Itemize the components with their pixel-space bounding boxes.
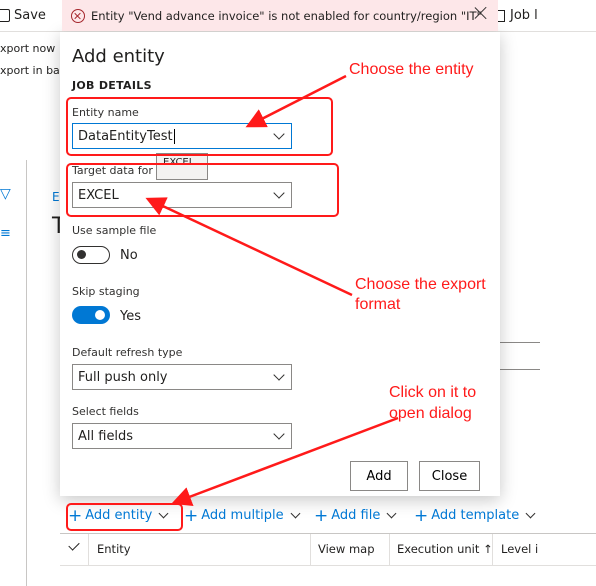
arrow-to-format: [145, 197, 353, 297]
arrow-to-add-entity: [171, 416, 399, 507]
annotation-arrows: [145, 74, 399, 507]
arrow-to-entity: [245, 74, 347, 128]
